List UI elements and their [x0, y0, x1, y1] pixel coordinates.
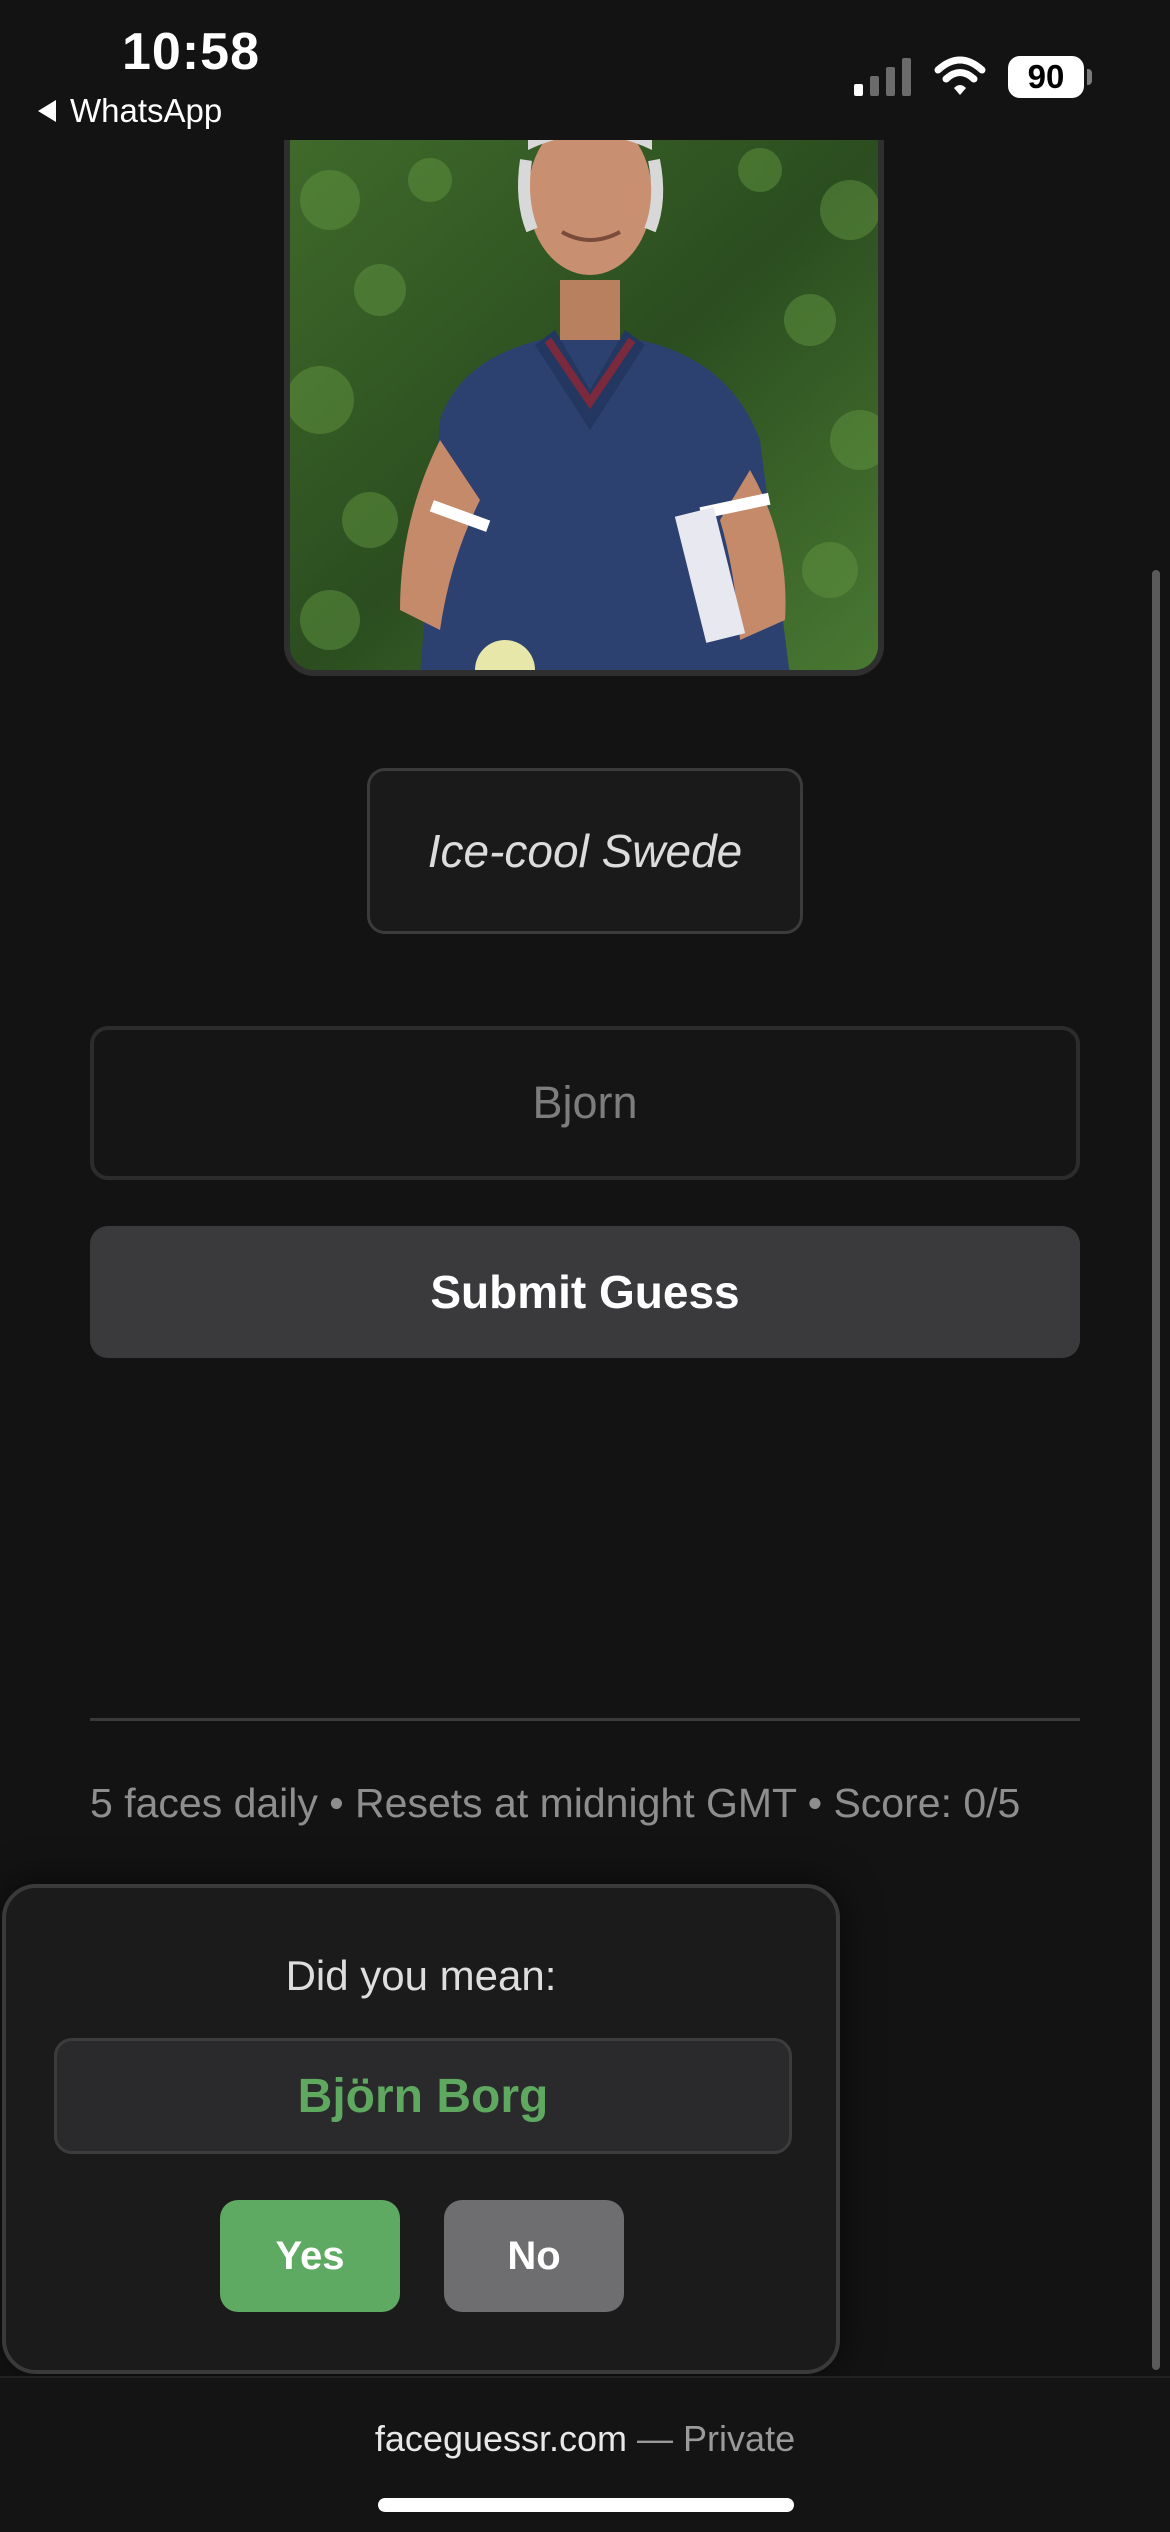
guess-input[interactable]	[90, 1026, 1080, 1180]
separator: —	[627, 2418, 684, 2459]
divider	[90, 1718, 1080, 1721]
back-to-app-link[interactable]: WhatsApp	[38, 92, 222, 130]
hint-box: Ice-cool Swede	[367, 768, 803, 934]
screen: 10:58 WhatsApp 90 Ice-cool Swede Bjorn S…	[0, 0, 1170, 2532]
no-button[interactable]: No	[444, 2200, 624, 2312]
back-app-label: WhatsApp	[70, 92, 223, 129]
face-photo	[284, 140, 884, 676]
face-photo-illustration	[290, 140, 878, 670]
address-bar[interactable]: faceguessr.com — Private	[0, 2418, 1170, 2460]
status-time: 10:58	[122, 23, 260, 81]
scrollbar[interactable]	[1152, 570, 1160, 2370]
wifi-icon	[934, 56, 986, 95]
popup-title: Did you mean:	[285, 1952, 557, 1999]
submit-guess-button[interactable]: Submit Guess	[90, 1226, 1080, 1358]
home-indicator[interactable]	[378, 2498, 794, 2512]
signal-icon	[854, 58, 911, 96]
browser-bottom-bar: faceguessr.com — Private	[0, 2376, 1170, 2532]
suggestion-name: Björn Borg	[54, 2038, 792, 2154]
did-you-mean-popup: Did you mean: Björn Borg Yes No	[2, 1884, 840, 2374]
back-arrow-icon	[38, 100, 56, 122]
battery-icon: 90	[1008, 56, 1084, 98]
yes-button[interactable]: Yes	[220, 2200, 400, 2312]
game-info-text: 5 faces daily • Resets at midnight GMT •…	[90, 1780, 1021, 1826]
battery-tip	[1087, 69, 1092, 85]
private-mode-label: Private	[683, 2418, 796, 2459]
domain-text: faceguessr.com	[374, 2418, 628, 2459]
